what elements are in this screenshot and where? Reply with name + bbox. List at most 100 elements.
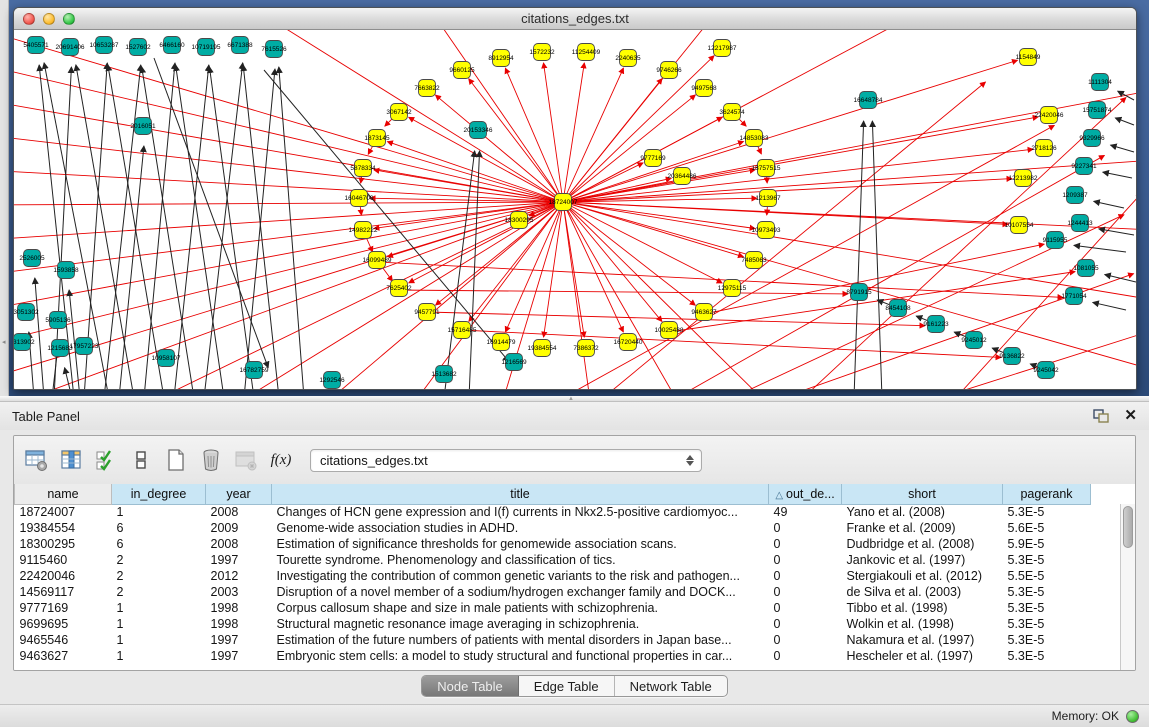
graph-node[interactable]: 8912954 [488, 50, 514, 67]
column-header-out-de-[interactable]: △out_de... [769, 484, 842, 504]
graph-node[interactable]: 9746266 [656, 62, 682, 79]
show-column-icon[interactable] [59, 448, 83, 472]
graph-node[interactable]: 16648784 [854, 92, 883, 109]
graph-node[interactable]: 1513682 [431, 366, 457, 383]
graph-node[interactable]: 9777169 [640, 150, 666, 167]
column-header-year[interactable]: year [206, 484, 272, 504]
column-header-name[interactable]: name [15, 484, 112, 504]
graph-node[interactable]: 1572232 [529, 44, 555, 61]
graph-node[interactable]: 3624574 [719, 104, 745, 121]
row-height-icon[interactable] [129, 448, 153, 472]
graph-node[interactable]: 1771054 [1061, 288, 1087, 305]
table-row[interactable]: 2242004622012Investigating the contribut… [15, 568, 1091, 584]
graph-node[interactable]: 20153346 [464, 122, 493, 139]
graph-node[interactable]: 2240635 [615, 50, 641, 67]
tab-node-table[interactable]: Node Table [422, 676, 519, 696]
select-columns-icon[interactable] [94, 448, 118, 472]
divider-grip-icon[interactable]: ▲ [565, 397, 577, 401]
graph-node[interactable]: 16720440 [614, 334, 643, 351]
delete-table-icon[interactable] [234, 448, 258, 472]
graph-node[interactable]: 1216569 [501, 354, 527, 371]
graph-node[interactable]: 12975115 [718, 280, 747, 297]
graph-node[interactable]: 9660125 [449, 62, 475, 79]
graph-node[interactable]: 10973493 [752, 222, 781, 239]
table-vertical-scrollbar[interactable] [1120, 504, 1135, 670]
graph-node[interactable]: 10107554 [1005, 217, 1034, 234]
graph-node[interactable]: 9497568 [691, 80, 717, 97]
table-row[interactable]: 946554611997Estimation of the future num… [15, 632, 1091, 648]
close-window-icon[interactable] [23, 13, 35, 25]
table-settings-icon[interactable] [24, 448, 48, 472]
table-row[interactable]: 977716911998Corpus callosum shape and si… [15, 600, 1091, 616]
column-header-title[interactable]: title [272, 484, 769, 504]
graph-node[interactable]: 5878334 [350, 160, 376, 177]
graph-node[interactable]: 9457791 [414, 304, 440, 321]
graph-node[interactable]: 14982222 [349, 222, 378, 239]
graph-node[interactable]: 10025488 [655, 322, 684, 339]
graph-node[interactable]: 20364486 [668, 168, 697, 185]
delete-column-icon[interactable] [199, 448, 223, 472]
graph-node[interactable]: 8454108 [885, 300, 911, 317]
graph-node[interactable]: 11254409 [572, 44, 601, 61]
network-canvas[interactable]: 1213967109734937485063129751159463627100… [14, 30, 1136, 389]
graph-node[interactable]: 9136822 [999, 348, 1025, 365]
column-header-short[interactable]: short [842, 484, 1003, 504]
table-row[interactable]: 1938455462009Genome-wide association stu… [15, 520, 1091, 536]
graph-node[interactable]: 16914479 [487, 334, 516, 351]
table-row[interactable]: 946362711997Embryonic stem cells: a mode… [15, 648, 1091, 664]
graph-node[interactable]: 16782759 [240, 362, 269, 379]
graph-node[interactable]: 5905136 [45, 312, 71, 329]
graph-node[interactable]: 3051302 [14, 304, 39, 321]
graph-node[interactable]: 5405571 [23, 37, 49, 54]
graph-node[interactable]: 9463627 [691, 304, 717, 321]
graph-node[interactable]: 1292546 [319, 372, 345, 389]
minimize-window-icon[interactable] [43, 13, 55, 25]
graph-node[interactable]: 1154849 [1016, 49, 1041, 66]
graph-node[interactable]: 1111304 [1088, 74, 1112, 91]
graph-node[interactable]: 1081055 [1073, 260, 1099, 277]
float-panel-icon[interactable] [1092, 408, 1110, 424]
graph-node[interactable]: 1244413 [1067, 215, 1093, 232]
table-row[interactable]: 1456911722003Disruption of a novel membe… [15, 584, 1091, 600]
zoom-window-icon[interactable] [63, 13, 75, 25]
graph-node[interactable]: 1593858 [53, 262, 79, 279]
network-window-titlebar[interactable]: citations_edges.txt [14, 8, 1136, 30]
graph-node[interactable]: 9245012 [961, 332, 987, 349]
graph-node[interactable]: 10653287 [90, 37, 119, 54]
graph-node[interactable]: 1209387 [1062, 187, 1088, 204]
tab-edge-table[interactable]: Edge Table [519, 676, 615, 696]
graph-node[interactable]: 10719195 [192, 39, 221, 56]
graph-node[interactable]: 14853083 [740, 130, 769, 147]
graph-node[interactable]: 6671388 [227, 37, 253, 54]
graph-node[interactable]: 6466160 [159, 37, 185, 54]
graph-node[interactable]: 1527602 [125, 39, 151, 56]
new-column-icon[interactable] [164, 448, 188, 472]
scrollbar-thumb[interactable] [1123, 506, 1133, 548]
tab-network-table[interactable]: Network Table [615, 676, 727, 696]
graph-node[interactable]: 3313902 [14, 334, 35, 351]
graph-node[interactable]: 22420046 [1035, 107, 1064, 124]
function-builder-icon[interactable]: f(x) [269, 448, 293, 472]
table-select-dropdown[interactable]: citations_edges.txt [310, 449, 702, 472]
graph-node[interactable]: 16099489 [363, 252, 392, 269]
graph-node[interactable]: 9161223 [923, 316, 949, 333]
graph-node[interactable]: 7625402 [386, 280, 412, 297]
table-row[interactable]: 969969511998Structural magnetic resonanc… [15, 616, 1091, 632]
graph-node[interactable]: 3067142 [386, 104, 412, 121]
graph-node[interactable]: 15751874 [1083, 102, 1112, 119]
graph-node[interactable]: 7386372 [573, 340, 599, 357]
graph-node[interactable]: 16046700 [345, 190, 374, 207]
close-panel-icon[interactable]: ✕ [1124, 408, 1137, 424]
column-header-in-degree[interactable]: in_degree [112, 484, 206, 504]
graph-node[interactable]: 9245042 [1033, 362, 1059, 379]
gutter-handle-icon[interactable]: ◂ [2, 338, 7, 346]
table-row[interactable]: 911546021997Tourette syndrome. Phenomeno… [15, 552, 1091, 568]
table-row[interactable]: 1872400712008Changes of HCN gene express… [15, 504, 1091, 520]
graph-node[interactable]: 7615526 [261, 41, 287, 58]
graph-node[interactable]: 9115955 [1043, 232, 1068, 249]
graph-node[interactable]: 2526005 [19, 250, 45, 267]
graph-node[interactable]: 18757515 [752, 160, 781, 177]
graph-node[interactable]: 2718126 [1031, 140, 1057, 157]
graph-node[interactable]: 12217987 [708, 40, 737, 57]
table-row[interactable]: 1830029562008Estimation of significance … [15, 536, 1091, 552]
